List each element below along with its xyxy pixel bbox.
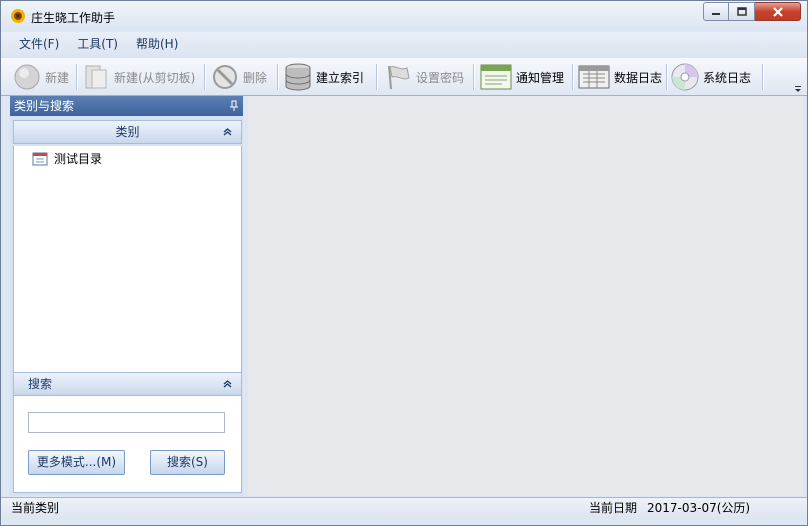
notification-button[interactable]: 通知管理 [480,61,564,93]
disc-icon [671,63,699,91]
maximize-button[interactable] [729,2,755,21]
calendar-icon [32,152,48,165]
maximize-icon [736,6,747,16]
tree-item-label: 测试目录 [54,152,103,166]
log-book-icon [578,65,610,89]
notice-board-icon [480,64,512,90]
window-controls [703,2,801,22]
menu-tools[interactable]: 工具(T) [68,32,127,57]
search-section: 更多模式...(M) 搜索(S) [13,396,242,493]
title-bar[interactable]: 庄生晓工作助手 [1,1,807,31]
system-log-label: 系统日志 [703,70,752,85]
toolbar-separator [277,64,279,90]
database-icon [285,63,311,91]
pin-icon[interactable] [229,100,239,112]
more-modes-button[interactable]: 更多模式...(M) [28,450,125,475]
data-log-button[interactable]: 数据日志 [578,61,662,93]
delete-icon [213,65,237,89]
collapse-icon[interactable] [223,128,232,136]
new-from-clipboard-label: 新建(从剪切板) [114,70,196,85]
search-input[interactable] [28,412,225,433]
menu-bar: 文件(F) 工具(T) 帮助(H) [1,32,807,57]
new-button[interactable]: 新建 [13,61,69,93]
delete-label: 删除 [243,70,268,85]
category-header[interactable]: 类别 [13,120,242,144]
flag-icon [388,65,410,90]
tree-item[interactable]: 测试目录 [32,150,102,167]
current-category-label: 当前类别 [11,501,60,515]
new-from-clipboard-button[interactable]: 新建(从剪切板) [82,61,195,93]
minimize-button[interactable] [703,2,729,21]
set-password-label: 设置密码 [416,70,465,85]
toolbar-separator [204,64,206,90]
toolbar-separator [376,64,378,90]
search-header-label: 搜索 [28,377,53,391]
sunflower-app-icon [11,9,25,23]
menu-help[interactable]: 帮助(H) [127,32,187,57]
category-search-panel: 类别与搜索 类别 测试目录 搜索 更多模式...(M) 搜索(S) [10,96,243,496]
notification-label: 通知管理 [516,70,565,85]
window-title: 庄生晓工作助手 [31,11,116,25]
current-date-label: 当前日期 [589,501,638,515]
status-bar: 当前类别 当前日期 2017-03-07(公历) [1,497,807,519]
gray-circle-icon [14,64,40,90]
toolbar: 新建 新建(从剪切板) 删除 建立索引 设置密码 通知管理 数据日志 系统日志 [1,58,807,96]
toolbar-separator [76,64,78,90]
build-index-label: 建立索引 [316,70,365,85]
search-header[interactable]: 搜索 [13,372,242,396]
content-area [248,96,803,496]
close-icon [772,6,783,17]
set-password-button[interactable]: 设置密码 [384,61,464,93]
delete-button[interactable]: 删除 [211,61,267,93]
clipboard-icon [85,65,107,89]
toolbar-separator [473,64,475,90]
system-log-button[interactable]: 系统日志 [671,61,751,93]
minimize-icon [712,12,720,15]
collapse-icon[interactable] [223,380,232,388]
build-index-button[interactable]: 建立索引 [284,61,364,93]
data-log-label: 数据日志 [614,70,663,85]
app-window: 庄生晓工作助手 文件(F) 工具(T) 帮助(H) 新建 新建(从剪切板) 删除… [0,0,808,526]
close-button[interactable] [755,2,801,21]
toolbar-separator [572,64,574,90]
menu-file[interactable]: 文件(F) [1,32,68,57]
new-label: 新建 [45,70,70,85]
current-date-value: 2017-03-07(公历) [647,501,751,515]
category-header-label: 类别 [115,125,140,139]
panel-title: 类别与搜索 [14,99,75,113]
toolbar-overflow-icon[interactable] [794,85,802,93]
toolbar-separator [762,64,764,90]
toolbar-separator [666,64,668,90]
panel-title-bar: 类别与搜索 [10,96,243,116]
search-button[interactable]: 搜索(S) [150,450,225,475]
